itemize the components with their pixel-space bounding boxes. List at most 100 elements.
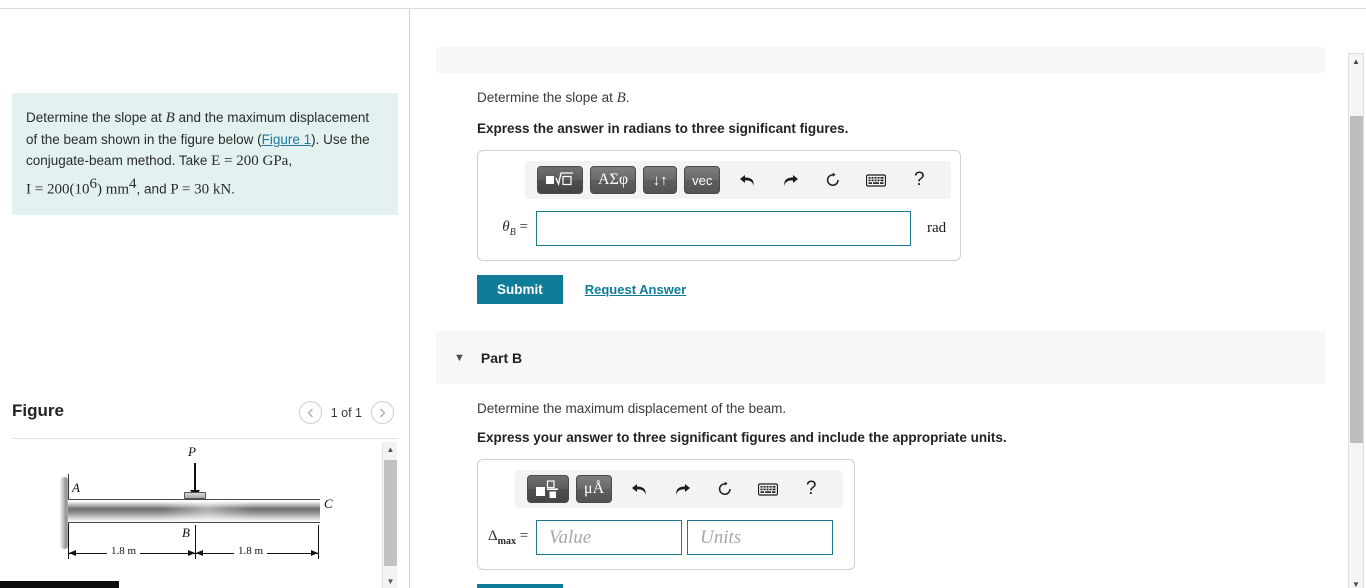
figure-scroll-down-button[interactable]: ▼	[383, 574, 398, 588]
units-symbols-button[interactable]: μÅ	[576, 475, 613, 503]
undo-button[interactable]	[732, 166, 762, 194]
part-b-redo-button[interactable]	[667, 475, 697, 503]
load-arrow-icon	[190, 463, 200, 498]
part-a-answer-label: θB =	[488, 219, 536, 238]
part-a-answer-row: θB = rad	[488, 211, 950, 246]
help-button[interactable]: ?	[904, 166, 934, 194]
part-b-label: Part B	[480, 349, 523, 366]
part-b-prompt: Determine the maximum displacement of th…	[477, 401, 787, 416]
dim-arrow-2	[188, 550, 195, 556]
problem-given-i: I = 200(10	[26, 181, 90, 198]
problem-given-e: E = 200 GPa	[211, 153, 289, 170]
caret-down-icon[interactable]: ▼	[454, 352, 465, 364]
part-b-value-input[interactable]	[536, 520, 682, 555]
equals-sign-b: =	[519, 528, 529, 544]
part-a-request-answer-link[interactable]: Request Answer	[585, 282, 686, 297]
vec-label: vec	[692, 172, 713, 188]
vector-button[interactable]: vec	[684, 166, 721, 194]
part-a-answer-input[interactable]	[536, 211, 911, 246]
chevron-right-icon	[380, 408, 386, 417]
part-b-header[interactable]: ▼ Part B	[436, 331, 1325, 384]
dim-arrow-1	[69, 550, 76, 556]
part-a-toolbar: ΑΣφ ↓↑ vec ?	[525, 161, 952, 199]
problem-comma-1: ,	[288, 153, 293, 169]
part-a-header[interactable]	[436, 47, 1325, 73]
redo-icon	[784, 174, 798, 186]
figure-scroll-thumb[interactable]	[384, 460, 397, 566]
theta-subscript: B	[509, 227, 516, 238]
part-b-units-input[interactable]	[687, 520, 833, 555]
greek-symbols-button[interactable]: ΑΣφ	[590, 166, 637, 194]
dim-label-left: 1.8 m	[107, 545, 141, 557]
beam-diagram: P A B C 1.8 m 1.8 m	[12, 441, 382, 588]
part-a-instruction: Express the answer in radians to three s…	[477, 121, 849, 136]
figure-counter: 1 of 1	[330, 405, 362, 420]
units-template-icon	[536, 479, 558, 498]
redo-icon	[675, 483, 690, 495]
chevron-left-icon	[307, 408, 313, 417]
tick-b	[195, 525, 197, 543]
micro-label: μÅ	[584, 480, 605, 497]
updown-arrows-button[interactable]: ↓↑	[643, 166, 678, 194]
part-b-keyboard-button[interactable]	[753, 475, 783, 503]
part-b-reset-button[interactable]	[710, 475, 740, 503]
figure-scrollbar[interactable]: ▲ ▼	[382, 442, 397, 588]
right-panel: Determine the slope at B. Express the an…	[411, 9, 1366, 588]
problem-given-i-exp: 6	[89, 176, 97, 193]
part-a-submit-button[interactable]: Submit	[477, 275, 563, 304]
figure-navigation: 1 of 1	[298, 401, 394, 424]
problem-given-i-tail-exp: 4	[129, 176, 137, 193]
units-template-button[interactable]	[527, 475, 569, 503]
load-bearing-pad	[184, 492, 206, 499]
figure-scroll-up-button[interactable]: ▲	[383, 442, 398, 456]
dim-label-right: 1.8 m	[234, 545, 268, 557]
part-b-answer-row: Δmax =	[488, 520, 844, 555]
part-a-prompt-var: B	[616, 90, 626, 106]
reset-button[interactable]	[818, 166, 848, 194]
part-b-undo-button[interactable]	[624, 475, 654, 503]
problem-given-i-tail: ) mm	[96, 181, 130, 198]
figure-viewport: P A B C 1.8 m 1.8 m	[12, 441, 398, 588]
part-a-unit-suffix: rad	[927, 220, 947, 236]
figure-1-link[interactable]: Figure 1	[262, 132, 312, 147]
part-b-help-button[interactable]: ?	[796, 475, 826, 503]
part-a-answer-box: ΑΣφ ↓↑ vec ? θB = rad	[477, 150, 961, 261]
part-a-actions: Submit Request Answer	[477, 275, 1325, 304]
figure-next-button[interactable]	[371, 401, 394, 424]
beam-body	[68, 499, 320, 523]
part-a-prompt-prefix: Determine the slope at	[477, 90, 617, 105]
equals-sign-a: =	[519, 219, 528, 235]
greek-label: ΑΣφ	[598, 171, 629, 188]
reset-icon	[827, 172, 840, 186]
problem-var-b: B	[165, 110, 175, 126]
part-b-answer-label: Δmax =	[488, 528, 536, 547]
part-a-prompt-suffix: .	[625, 90, 630, 105]
label-b: B	[182, 525, 190, 540]
undo-icon	[739, 174, 754, 186]
part-b-submit-button[interactable]: Submit	[477, 584, 563, 588]
template-icon	[546, 172, 573, 187]
dim-extension-right	[318, 525, 320, 559]
keyboard-button[interactable]	[861, 166, 891, 194]
figure-divider	[12, 438, 398, 439]
math-template-button[interactable]	[537, 166, 583, 194]
main-scroll-down-button[interactable]: ▼	[1349, 577, 1363, 588]
figure-header: Figure 1 of 1	[12, 401, 398, 439]
label-c: C	[324, 496, 333, 511]
problem-statement: Determine the slope at B and the maximum…	[12, 93, 398, 216]
dim-arrow-4	[311, 550, 318, 556]
main-scroll-thumb[interactable]	[1350, 116, 1363, 443]
problem-period: .	[231, 181, 235, 197]
theta-symbol: θ	[502, 219, 510, 235]
part-b-body: Determine the maximum displacement of th…	[436, 401, 1325, 588]
main-scroll-up-button[interactable]: ▲	[1349, 54, 1363, 69]
figure-title: Figure	[12, 401, 64, 420]
main-scrollbar[interactable]: ▲ ▼	[1348, 53, 1364, 588]
left-panel: Determine the slope at B and the maximum…	[0, 9, 410, 588]
redo-button[interactable]	[775, 166, 805, 194]
question-column: Determine the slope at B. Express the an…	[436, 9, 1325, 588]
undo-icon	[631, 483, 646, 495]
delta-symbol: Δ	[488, 528, 498, 544]
figure-prev-button[interactable]	[298, 401, 322, 424]
delta-subscript: max	[497, 536, 516, 547]
